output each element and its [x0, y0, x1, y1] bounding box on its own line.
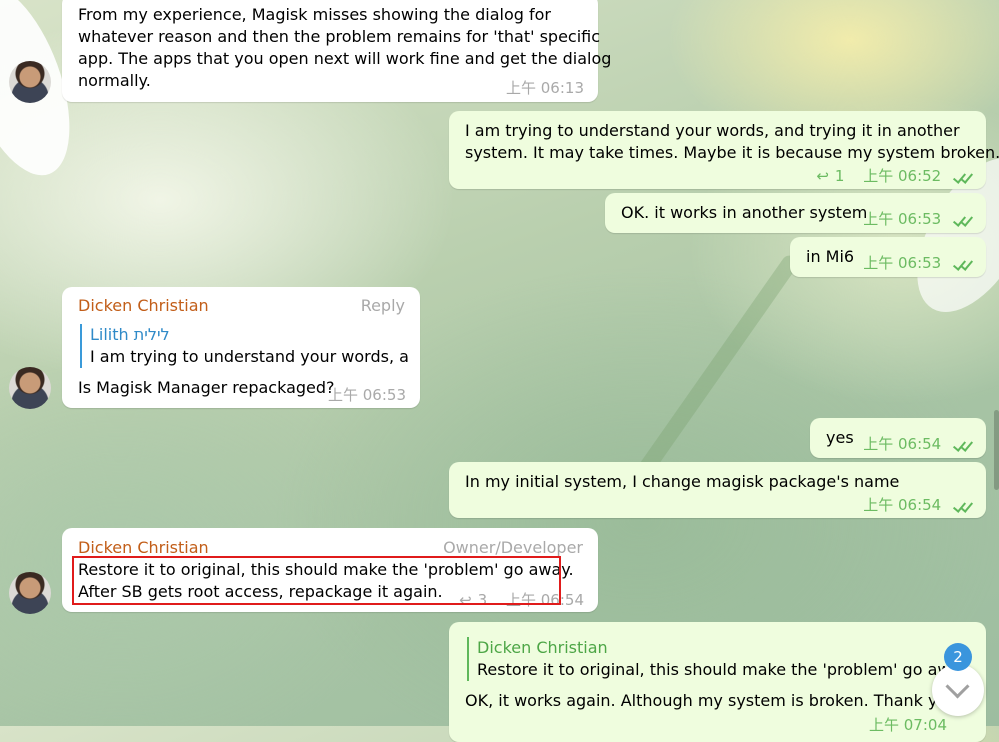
- message-bubble-incoming[interactable]: Dicken Christian Reply Lilith לילית I am…: [62, 287, 420, 408]
- message-text: yes: [826, 428, 854, 447]
- message-text: in Mi6: [806, 247, 855, 266]
- message-bubble-incoming[interactable]: From my experience, Magisk misses showin…: [62, 0, 611, 102]
- sender-name[interactable]: Dicken Christian: [78, 538, 209, 557]
- message-time: 上午 06:52: [863, 167, 942, 185]
- message-time: 上午 06:54: [863, 496, 942, 514]
- avatar[interactable]: [9, 61, 51, 103]
- message-text: OK, it works again. Although my system i…: [465, 691, 964, 710]
- scroll-to-bottom-button[interactable]: [932, 664, 984, 716]
- message-time: 上午 06:53: [863, 254, 942, 272]
- message-text: app. The apps that you open next will wo…: [78, 49, 612, 68]
- highlight-box: [72, 556, 561, 605]
- message-bubble-outgoing[interactable]: Dicken Christian Restore it to original,…: [449, 622, 986, 742]
- sender-name[interactable]: Dicken Christian: [78, 296, 209, 315]
- quoted-text: I am trying to understand your words, a.…: [90, 347, 410, 366]
- avatar[interactable]: [9, 572, 51, 614]
- message-text: normally.: [78, 71, 151, 90]
- chevron-down-icon: [945, 674, 970, 699]
- message-text: From my experience, Magisk misses showin…: [78, 5, 551, 24]
- quoted-text: Restore it to original, this should make…: [477, 660, 947, 679]
- message-text: system. It may take times. Maybe it is b…: [465, 143, 999, 162]
- reply-button[interactable]: Reply: [361, 296, 405, 315]
- message-text: Is Magisk Manager repackaged?: [78, 378, 335, 397]
- reply-arrow-icon[interactable]: ↩: [816, 167, 829, 185]
- scrollbar[interactable]: [994, 410, 999, 490]
- quoted-sender: Dicken Christian: [477, 638, 608, 657]
- message-text: OK. it works in another system: [621, 203, 868, 222]
- read-checkmarks-icon: [952, 498, 974, 513]
- reply-count[interactable]: 1: [835, 167, 845, 185]
- role-badge: Owner/Developer: [443, 538, 583, 557]
- message-bubble-outgoing[interactable]: In my initial system, I change magisk pa…: [449, 462, 986, 518]
- message-meta: 上午 06:54: [863, 494, 974, 515]
- message-meta: 上午 06:53: [863, 252, 974, 273]
- read-checkmarks-icon: [952, 256, 974, 271]
- message-meta: 上午 06:54: [863, 433, 974, 454]
- read-checkmarks-icon: [952, 169, 974, 184]
- quoted-message[interactable]: Lilith לילית I am trying to understand y…: [80, 324, 410, 368]
- message-text: I am trying to understand your words, an…: [465, 121, 960, 140]
- quoted-message[interactable]: Dicken Christian Restore it to original,…: [467, 637, 947, 681]
- read-checkmarks-icon: [952, 437, 974, 452]
- message-time: 上午 07:04: [869, 716, 947, 734]
- message-text: In my initial system, I change magisk pa…: [465, 472, 900, 491]
- message-meta: 上午 06:53: [863, 208, 974, 229]
- message-time: 上午 06:13: [506, 79, 584, 97]
- message-time: 上午 06:53: [328, 386, 406, 404]
- message-text: whatever reason and then the problem rem…: [78, 27, 601, 46]
- message-time: 上午 06:54: [863, 435, 942, 453]
- message-time: 上午 06:53: [863, 210, 942, 228]
- message-meta: ↩ 1 上午 06:52: [816, 165, 974, 186]
- avatar[interactable]: [9, 367, 51, 409]
- quoted-sender: Lilith לילית: [90, 325, 170, 344]
- unread-count-badge[interactable]: 2: [944, 643, 972, 671]
- message-bubble-outgoing[interactable]: yes 上午 06:54: [810, 418, 986, 458]
- read-checkmarks-icon: [952, 212, 974, 227]
- message-bubble-outgoing[interactable]: OK. it works in another system 上午 06:53: [605, 193, 986, 233]
- message-bubble-outgoing[interactable]: I am trying to understand your words, an…: [449, 111, 999, 189]
- message-bubble-outgoing[interactable]: in Mi6 上午 06:53: [790, 237, 986, 277]
